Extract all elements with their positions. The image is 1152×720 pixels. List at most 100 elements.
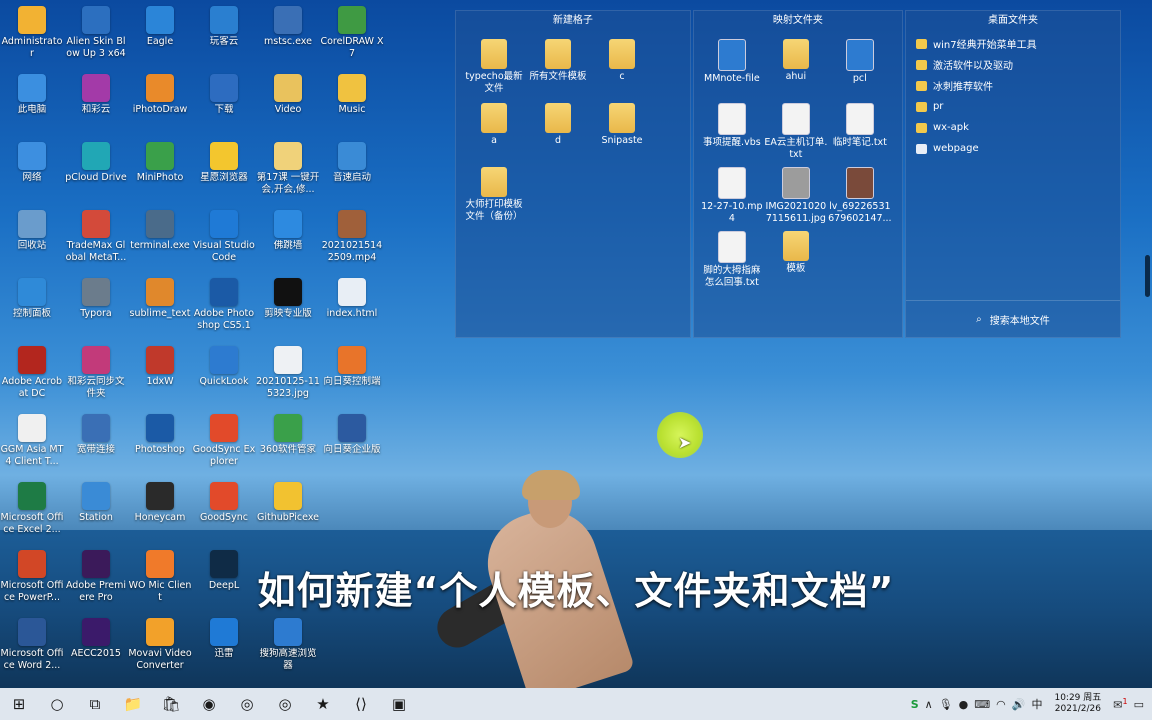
desktop-icon[interactable]: iPhotoDraw bbox=[128, 68, 192, 134]
desktop-icon[interactable]: GoodSync Explorer bbox=[192, 408, 256, 474]
search-local-files[interactable]: ⌕ 搜索本地文件 bbox=[905, 300, 1120, 337]
desktop-icon[interactable]: 宽带连接 bbox=[64, 408, 128, 474]
clock[interactable]: 10:29 周五 2021/2/26 bbox=[1054, 693, 1101, 715]
desktop-icon[interactable]: 控制面板 bbox=[0, 272, 64, 338]
fence-item[interactable]: 大师打印模板文件（备份） bbox=[462, 167, 526, 223]
desktop-icon[interactable]: Microsoft Office Excel 2... bbox=[0, 476, 64, 542]
fence-item[interactable]: d bbox=[526, 103, 590, 147]
fence-item[interactable]: EA云主机订单.txt bbox=[764, 103, 828, 161]
desktop-icon[interactable]: 此电脑 bbox=[0, 68, 64, 134]
desktop-icon[interactable]: Music bbox=[320, 68, 384, 134]
desktop-icon[interactable]: 下载 bbox=[192, 68, 256, 134]
vscode-button[interactable]: ⟨⟩ bbox=[342, 688, 380, 720]
microphone-icon[interactable]: 🎙 bbox=[939, 698, 953, 711]
desktop-icon[interactable]: Typora bbox=[64, 272, 128, 338]
desktop-icon[interactable]: GGM Asia MT4 Client T... bbox=[0, 408, 64, 474]
desktop-icon[interactable]: 和彩云 bbox=[64, 68, 128, 134]
desktop-icon[interactable]: Visual Studio Code bbox=[192, 204, 256, 270]
fence-item[interactable]: Snipaste bbox=[590, 103, 654, 147]
desktop-icon[interactable]: CorelDRAW X7 bbox=[320, 0, 384, 66]
desktop-icon[interactable]: 迅雷 bbox=[192, 612, 256, 678]
star-browser-button[interactable]: ★ bbox=[304, 688, 342, 720]
desktop-icon[interactable]: AECC2015 bbox=[64, 612, 128, 678]
desktop-icon[interactable]: GoodSync bbox=[192, 476, 256, 542]
desktop-icon[interactable]: pCloud Drive bbox=[64, 136, 128, 202]
desktop-icon[interactable]: 剪映专业版 bbox=[256, 272, 320, 338]
fence-item[interactable]: typecho最新文件 bbox=[462, 39, 526, 95]
search-button[interactable]: ○ bbox=[38, 688, 76, 720]
edge-button[interactable]: ◉ bbox=[190, 688, 228, 720]
desktop-icon[interactable]: 20210125-115323.jpg bbox=[256, 340, 320, 406]
desktop-icon[interactable]: Station bbox=[64, 476, 128, 542]
desktop-icon[interactable]: TradeMax Global MetaT... bbox=[64, 204, 128, 270]
desktop-icon[interactable]: Adobe Photoshop CS5.1 bbox=[192, 272, 256, 338]
network-status-icon[interactable]: ● bbox=[959, 698, 969, 711]
desktop-icon[interactable]: index.html bbox=[320, 272, 384, 338]
desktop-icon[interactable]: Movavi Video Converter bbox=[128, 612, 192, 678]
desktop-icon[interactable]: mstsc.exe bbox=[256, 0, 320, 66]
chrome-button[interactable]: ◎ bbox=[228, 688, 266, 720]
desktop-icon[interactable]: sublime_text bbox=[128, 272, 192, 338]
start-button[interactable]: ⊞ bbox=[0, 688, 38, 720]
desktop-icon[interactable]: MiniPhoto bbox=[128, 136, 192, 202]
wifi-icon[interactable]: ◠ bbox=[996, 698, 1006, 711]
fence-item[interactable]: ahui bbox=[764, 39, 828, 83]
desktop-icon[interactable]: Adobe Acrobat DC bbox=[0, 340, 64, 406]
fence-item[interactable]: 12-27-10.mp4 bbox=[700, 167, 764, 225]
action-center-icon[interactable]: ▭ bbox=[1134, 698, 1144, 711]
remote-desktop-button[interactable]: ▣ bbox=[380, 688, 418, 720]
fence-list-item[interactable]: wx-apk bbox=[906, 117, 1120, 138]
fence-item[interactable]: 模板 bbox=[764, 231, 828, 275]
fence-list-item[interactable]: webpage bbox=[906, 138, 1120, 159]
desktop-icon[interactable]: 向日葵控制端 bbox=[320, 340, 384, 406]
desktop-icon[interactable]: 音速启动 bbox=[320, 136, 384, 202]
scrollbar[interactable] bbox=[1145, 255, 1150, 297]
store-button[interactable]: 🛍 bbox=[152, 688, 190, 720]
input-method-icon[interactable]: ⌨ bbox=[974, 698, 990, 711]
chevron-up-icon[interactable]: ∧ bbox=[925, 698, 933, 711]
fence-item[interactable]: lv_69226531679602147... bbox=[828, 167, 892, 225]
desktop-icon[interactable]: Alien Skin Blow Up 3 x64 bbox=[64, 0, 128, 66]
desktop-icon[interactable]: 回收站 bbox=[0, 204, 64, 270]
fence-item[interactable]: pcl bbox=[828, 39, 892, 85]
desktop-icon[interactable]: Video bbox=[256, 68, 320, 134]
volume-icon[interactable]: 🔊 bbox=[1012, 698, 1026, 711]
sogou-input-icon[interactable]: S bbox=[911, 698, 919, 711]
chrome-2-button[interactable]: ◎ bbox=[266, 688, 304, 720]
fence-list-item[interactable]: 激活软件以及驱动 bbox=[906, 54, 1120, 75]
desktop-icon[interactable]: Photoshop bbox=[128, 408, 192, 474]
desktop-icon[interactable]: 星愿浏览器 bbox=[192, 136, 256, 202]
desktop-icon[interactable]: GithubPicexe bbox=[256, 476, 320, 542]
fence-list-item[interactable]: 冰刺推荐软件 bbox=[906, 75, 1120, 96]
desktop-icon[interactable]: 20210215142509.mp4 bbox=[320, 204, 384, 270]
fence-item[interactable]: 脚的大拇指麻怎么回事.txt bbox=[700, 231, 764, 289]
language-icon[interactable]: 中 bbox=[1031, 696, 1042, 712]
desktop-icon[interactable]: 网络 bbox=[0, 136, 64, 202]
desktop-icon[interactable]: Honeycam bbox=[128, 476, 192, 542]
desktop-icon[interactable]: Administrator bbox=[0, 0, 64, 66]
fence-item[interactable]: a bbox=[462, 103, 526, 147]
fence-item[interactable]: MMnote-file bbox=[700, 39, 764, 85]
desktop-icon[interactable]: 1dxW bbox=[128, 340, 192, 406]
desktop-icon[interactable]: 佛跳墙 bbox=[256, 204, 320, 270]
task-view-button[interactable]: ⧉ bbox=[76, 688, 114, 720]
fence-list-item[interactable]: pr bbox=[906, 96, 1120, 117]
desktop-icon[interactable]: terminal.exe bbox=[128, 204, 192, 270]
fence-item[interactable]: 事项提醒.vbs bbox=[700, 103, 764, 149]
fence-item[interactable]: 临时笔记.txt bbox=[828, 103, 892, 149]
fence-list-item[interactable]: win7经典开始菜单工具 bbox=[906, 33, 1120, 54]
desktop-icon[interactable]: QuickLook bbox=[192, 340, 256, 406]
fence-item[interactable]: IMG20210207115611.jpg bbox=[764, 167, 828, 225]
desktop-icon[interactable]: 第17课 一键开会,开会,修... bbox=[256, 136, 320, 202]
desktop-icon[interactable]: 玩客云 bbox=[192, 0, 256, 66]
fence-item[interactable]: 所有文件模板 bbox=[526, 39, 590, 83]
desktop-icon[interactable]: Eagle bbox=[128, 0, 192, 66]
message-icon[interactable]: ✉1 bbox=[1113, 697, 1127, 712]
desktop-icon[interactable]: 和彩云同步文件夹 bbox=[64, 340, 128, 406]
desktop-icon[interactable]: 360软件管家 bbox=[256, 408, 320, 474]
desktop-icon[interactable]: Microsoft Office Word 2... bbox=[0, 612, 64, 678]
fence-item[interactable]: c bbox=[590, 39, 654, 83]
file-explorer-button[interactable]: 📁 bbox=[114, 688, 152, 720]
desktop-icon[interactable]: 向日葵企业版 bbox=[320, 408, 384, 474]
desktop-icon[interactable]: 搜狗高速浏览器 bbox=[256, 612, 320, 678]
